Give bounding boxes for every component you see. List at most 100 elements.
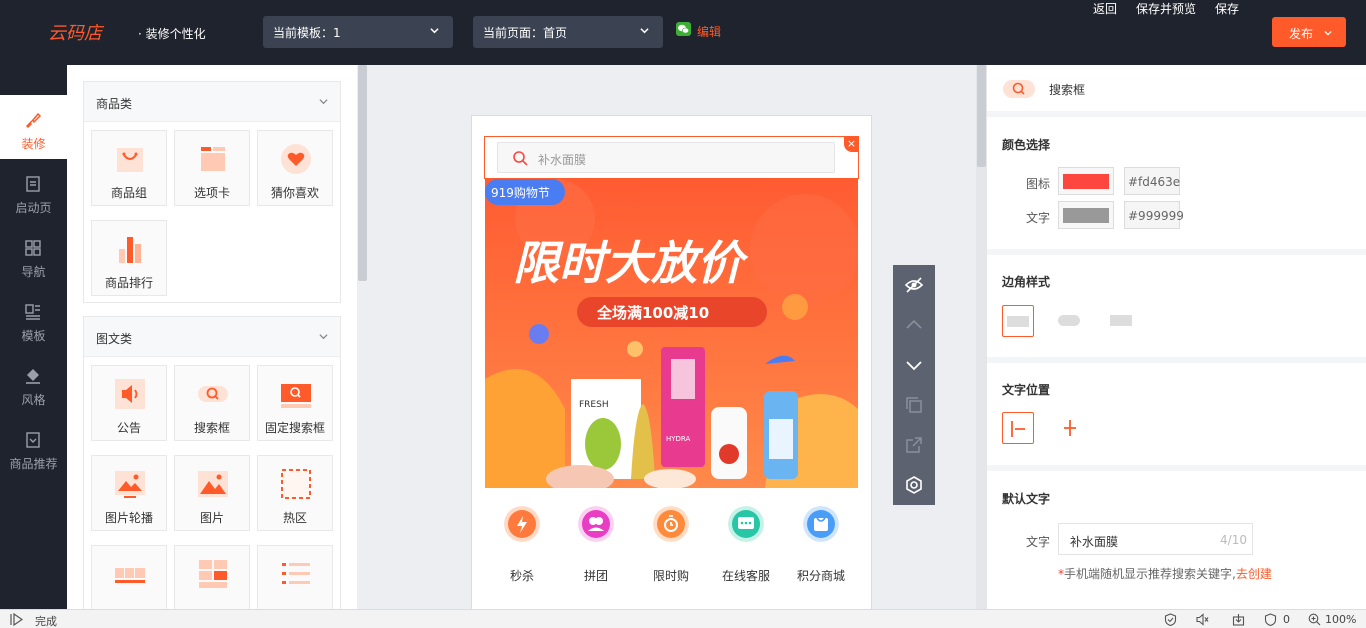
image-icon bbox=[198, 471, 228, 497]
nav-customer-service[interactable]: 在线客服 bbox=[709, 506, 783, 584]
nav-group-buy[interactable]: 拼团 bbox=[559, 506, 633, 584]
app-logo[interactable]: 云码店 bbox=[48, 20, 110, 44]
widget-fixed-search[interactable]: 固定搜索框 bbox=[257, 365, 333, 441]
nav-item-template[interactable]: 模板 bbox=[0, 287, 67, 351]
promo-banner[interactable]: 919购物节 限时大放价 全场满100减10 FRESH HYDRA bbox=[485, 179, 858, 488]
widget-image-carousel[interactable]: 图片轮播 bbox=[91, 455, 167, 531]
widget-product-group[interactable]: 商品组 bbox=[91, 130, 167, 206]
icon-color-swatch bbox=[1063, 174, 1109, 189]
move-up-icon[interactable] bbox=[904, 315, 924, 335]
nav-label: 积分商城 bbox=[796, 569, 845, 583]
widget-label: 固定搜索框 bbox=[264, 421, 325, 435]
align-center-icon bbox=[1064, 420, 1076, 436]
default-text-label: 文字 bbox=[1026, 535, 1051, 549]
template-select[interactable]: 当前模板：1 bbox=[263, 16, 453, 48]
text-align-left-option[interactable] bbox=[1002, 412, 1034, 444]
widget-search-box[interactable]: 搜索框 bbox=[174, 365, 250, 441]
shield-icon[interactable] bbox=[1164, 613, 1177, 626]
section-title: 边角样式 bbox=[1002, 275, 1051, 289]
play-icon[interactable] bbox=[10, 613, 23, 626]
nav-item-decorate[interactable]: 装修 bbox=[0, 95, 67, 159]
publish-label: 发布 bbox=[1289, 27, 1314, 41]
widget-product-ranking[interactable]: 商品排行 bbox=[91, 220, 167, 296]
canvas-scrollbar-thumb[interactable] bbox=[977, 65, 986, 167]
layout-icon bbox=[115, 568, 145, 583]
publish-button[interactable]: 发布 bbox=[1272, 17, 1346, 47]
nav-limited-time[interactable]: 限时购 bbox=[634, 506, 708, 584]
move-down-icon[interactable] bbox=[904, 355, 924, 375]
widget-notice[interactable]: 公告 bbox=[91, 365, 167, 441]
widget-layout-c[interactable] bbox=[257, 545, 333, 609]
hide-eye-icon[interactable] bbox=[904, 275, 924, 295]
nav-item-style[interactable]: 风格 bbox=[0, 351, 67, 415]
component-title: 搜索框 bbox=[1049, 83, 1086, 97]
create-keywords-link[interactable]: 去创建 bbox=[1236, 567, 1272, 581]
widget-layout-b[interactable] bbox=[174, 545, 250, 609]
widget-label: 热区 bbox=[282, 511, 307, 525]
search-icon bbox=[513, 151, 528, 166]
save-preview-button[interactable]: 保存并预览 bbox=[1136, 0, 1196, 17]
round-corner-icon bbox=[1058, 315, 1080, 326]
corner-round-option[interactable] bbox=[1054, 305, 1086, 337]
page-subtitle: · 装修个性化 bbox=[138, 27, 206, 41]
external-link-icon[interactable] bbox=[904, 435, 924, 455]
group-header[interactable]: 商品类 bbox=[84, 82, 340, 122]
section-title: 默认文字 bbox=[1002, 492, 1051, 506]
back-button[interactable]: 返回 bbox=[1093, 0, 1117, 17]
list-icon bbox=[282, 563, 310, 584]
remove-component-button[interactable]: × bbox=[844, 137, 859, 152]
save-button[interactable]: 保存 bbox=[1215, 0, 1239, 17]
text-color-hex[interactable]: #999999 bbox=[1124, 201, 1184, 229]
nav-item-navigation[interactable]: 导航 bbox=[0, 223, 67, 287]
blocked-count: 0 bbox=[1283, 613, 1290, 626]
default-text-input[interactable]: 补水面膜 4/10 bbox=[1058, 523, 1253, 555]
nav-label: 在线客服 bbox=[721, 569, 770, 583]
carousel-icon bbox=[115, 471, 145, 498]
preview-search-box[interactable]: 补水面膜 bbox=[497, 142, 835, 173]
widget-tab-card[interactable]: 选项卡 bbox=[174, 130, 250, 206]
nav-item-label: 启动页 bbox=[15, 201, 52, 215]
nav-flash-sale[interactable]: 秒杀 bbox=[485, 506, 559, 584]
search-placeholder: 补水面膜 bbox=[538, 153, 587, 167]
mute-icon[interactable] bbox=[1196, 613, 1209, 626]
document-icon bbox=[26, 176, 40, 192]
widget-label: 商品排行 bbox=[104, 276, 153, 290]
nav-item-recommend[interactable]: 商品推荐 bbox=[0, 415, 67, 479]
widget-group-products: 商品类 商品组 选项卡 猜你喜欢 商品排行 bbox=[83, 81, 341, 303]
heart-icon bbox=[281, 144, 311, 174]
icon-color-picker[interactable] bbox=[1058, 167, 1114, 195]
timer-icon bbox=[653, 506, 689, 542]
fixed-search-icon bbox=[281, 384, 311, 408]
copy-icon[interactable] bbox=[904, 395, 924, 415]
download-icon[interactable] bbox=[1232, 613, 1245, 626]
chevron-down-icon bbox=[319, 99, 328, 105]
flat-corner-icon bbox=[1110, 315, 1132, 326]
char-counter: 4/10 bbox=[1220, 533, 1247, 547]
nav-points-mall[interactable]: 积分商城 bbox=[784, 506, 858, 584]
top-bar: 云码店 · 装修个性化 当前模板：1 当前页面：首页 编辑 返回 保存并预览 保… bbox=[0, 0, 1366, 65]
nav-item-splash[interactable]: 启动页 bbox=[0, 159, 67, 223]
group-header[interactable]: 图文类 bbox=[84, 317, 340, 357]
corner-flat-option[interactable] bbox=[1106, 305, 1138, 337]
section-title: 颜色选择 bbox=[1002, 138, 1051, 152]
panel-scrollbar-thumb[interactable] bbox=[358, 65, 367, 281]
settings-icon[interactable] bbox=[904, 475, 924, 495]
adblock-icon[interactable] bbox=[1264, 613, 1277, 626]
icon-color-hex[interactable]: #fd463e bbox=[1124, 167, 1180, 195]
group-buy-icon bbox=[578, 506, 614, 542]
edit-link[interactable]: 编辑 bbox=[697, 23, 721, 40]
nav-label: 秒杀 bbox=[509, 569, 534, 583]
page-select-value: 当前页面：首页 bbox=[483, 26, 568, 40]
component-header: 搜索框 bbox=[987, 65, 1366, 111]
text-align-center-option[interactable] bbox=[1054, 412, 1086, 444]
widget-label: 搜索框 bbox=[193, 421, 230, 435]
corner-square-option[interactable] bbox=[1002, 305, 1034, 337]
widget-image[interactable]: 图片 bbox=[174, 455, 250, 531]
widget-hotspot[interactable]: 热区 bbox=[257, 455, 333, 531]
widget-layout-a[interactable] bbox=[91, 545, 167, 609]
widget-guess-you-like[interactable]: 猜你喜欢 bbox=[257, 130, 333, 206]
component-toolbar bbox=[893, 265, 935, 505]
page-select[interactable]: 当前页面：首页 bbox=[473, 16, 663, 48]
text-color-picker[interactable] bbox=[1058, 201, 1114, 229]
zoom-icon[interactable] bbox=[1308, 613, 1321, 626]
